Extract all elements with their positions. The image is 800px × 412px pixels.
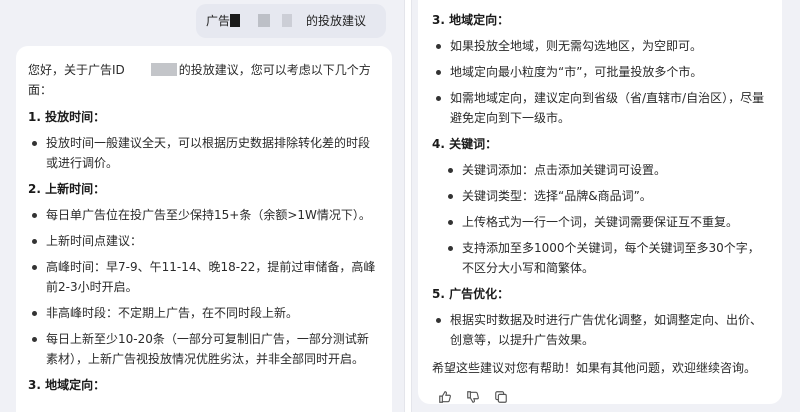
- bullet-item: 上传格式为一行一个词，关键词需要保证互不重复。: [432, 212, 770, 232]
- reply-sections: 3. 地域定向： 如果投放全地域，则无需勾选地区，为空即可。 地域定向最小粒度为“市…: [432, 10, 770, 350]
- assistant-reply-card: 您好，关于广告ID 的投放建议，您可以考虑以下几个方面： 1. 投放时间： 投放时间…: [16, 46, 392, 412]
- redacted-block: [230, 14, 241, 27]
- bullet-item: 支持添加至多1000个关键词，每个关键词至多30个字，不区分大小写和简繁体。: [432, 238, 770, 278]
- bullet-item: 如果投放全地域，则无需勾选地区，为空即可。: [432, 36, 770, 56]
- bullet-item: 如需地域定向，建议定向到省级（省/直辖市/自治区），尽量避免定向到下一级市。: [432, 88, 770, 128]
- bullet-item: 投放时间一般建议全天，可以根据历史数据排除转化差的时段或进行调价。: [28, 133, 380, 173]
- closing-text: 希望这些建议对您有帮助！如果有其他问题，欢迎继续咨询。: [432, 361, 757, 375]
- bullet-item: 关键词类型：选择“品牌&商品词”。: [432, 186, 770, 206]
- redacted-block: [282, 14, 293, 27]
- bullet-item: 根据实时数据及时进行广告优化调整，如调整定向、出价、创意等，以提升广告效果。: [432, 310, 770, 350]
- reply-intro: 您好，关于广告ID 的投放建议，您可以考虑以下几个方面：: [28, 60, 380, 100]
- section-title: 3. 地域定向：: [28, 378, 106, 392]
- bullet-item: 高峰时间：早7-9、午11-14、晚18-22，提前过审储备，高峰前2-3小时开…: [28, 257, 380, 297]
- left-chat-panel: 广告 的投放建议 您好，关于广告ID 的投放建议，您可以考虑以下几个方面： 1. 投…: [0, 0, 404, 412]
- panel-divider[interactable]: [404, 0, 412, 412]
- user-message-bubble: 广告 的投放建议: [196, 4, 386, 38]
- bullet-item: 地域定向最小粒度为“市”，可批量投放多个市。: [432, 62, 770, 82]
- right-chat-panel: 3. 地域定向： 如果投放全地域，则无需勾选地区，为空即可。 地域定向最小粒度为“市…: [412, 0, 800, 412]
- redacted-block: [258, 14, 271, 27]
- thumbs-down-icon[interactable]: [466, 390, 480, 404]
- section-title: 4. 关键词：: [432, 137, 498, 151]
- thumbs-up-icon[interactable]: [438, 390, 452, 404]
- message-actions: [432, 390, 770, 404]
- intro-text: 您好，关于广告ID: [28, 63, 125, 77]
- bullet-item: 每日单广告位在投广告至少保持15+条（余额>1W情况下）。: [28, 205, 380, 225]
- bullet-item: 每日上新至少10-20条（一部分可复制旧广告，一部分测试新素材），上新广告视投放…: [28, 329, 380, 369]
- user-message-prefix: 广告: [206, 14, 231, 28]
- user-message-suffix: 的投放建议: [306, 14, 367, 28]
- bullet-item: 关键词添加：点击添加关键词可设置。: [432, 160, 770, 180]
- redacted-ad-id: [150, 63, 177, 76]
- section-title: 5. 广告优化：: [432, 287, 510, 301]
- copy-icon[interactable]: [494, 390, 508, 404]
- bullet-item: 上新时间点建议：: [28, 231, 380, 251]
- section-title: 2. 上新时间：: [28, 182, 106, 196]
- assistant-reply-card-continued: 3. 地域定向： 如果投放全地域，则无需勾选地区，为空即可。 地域定向最小粒度为“市…: [418, 0, 782, 404]
- section-title: 3. 地域定向：: [432, 13, 510, 27]
- section-title: 1. 投放时间：: [28, 110, 106, 124]
- reply-sections: 1. 投放时间： 投放时间一般建议全天，可以根据历史数据排除转化差的时段或进行调价…: [28, 107, 380, 395]
- bullet-item: 非高峰时段：不定期上广告，在不同时段上新。: [28, 303, 380, 323]
